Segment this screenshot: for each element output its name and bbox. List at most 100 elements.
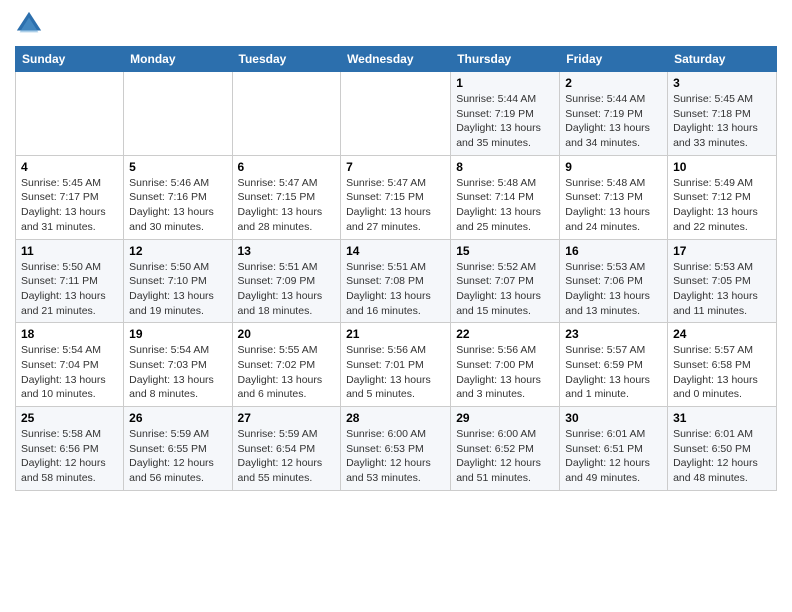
day-cell: 11Sunrise: 5:50 AMSunset: 7:11 PMDayligh… [16,239,124,323]
day-detail: Sunrise: 5:55 AMSunset: 7:02 PMDaylight:… [238,343,336,402]
day-number: 16 [565,244,662,258]
day-number: 14 [346,244,445,258]
day-number: 27 [238,411,336,425]
day-number: 28 [346,411,445,425]
day-cell: 24 Sunrise: 5:57 AMSunset: 6:58 PMDayligh… [668,323,777,407]
day-detail: Sunrise: 5:52 AMSunset: 7:07 PMDaylight:… [456,260,554,319]
day-detail: Sunrise: 5:54 AMSunset: 7:04 PMDaylight:… [21,343,118,402]
logo-icon [15,10,43,38]
day-cell: 28 Sunrise: 6:00 AMSunset: 6:53 PMDayligh… [341,407,451,491]
day-number: 18 [21,327,118,341]
day-detail: Sunrise: 5:46 AMSunset: 7:16 PMDaylight:… [129,176,226,235]
day-detail: Sunrise: 5:47 AMSunset: 7:15 PMDaylight:… [238,176,336,235]
day-number: 19 [129,327,226,341]
day-detail: Sunrise: 5:51 AMSunset: 7:09 PMDaylight:… [238,260,336,319]
day-detail: Sunrise: 6:01 AMSunset: 6:50 PMDaylight:… [673,427,771,486]
day-number: 15 [456,244,554,258]
header-friday: Friday [560,47,668,72]
calendar-table: SundayMondayTuesdayWednesdayThursdayFrid… [15,46,777,491]
page-header [15,10,777,38]
day-detail: Sunrise: 5:48 AMSunset: 7:13 PMDaylight:… [565,176,662,235]
day-detail: Sunrise: 5:54 AMSunset: 7:03 PMDaylight:… [129,343,226,402]
day-detail: Sunrise: 6:00 AMSunset: 6:52 PMDaylight:… [456,427,554,486]
day-cell: 22 Sunrise: 5:56 AMSunset: 7:00 PMDayligh… [451,323,560,407]
day-number: 6 [238,160,336,174]
day-detail: Sunrise: 5:49 AMSunset: 7:12 PMDaylight:… [673,176,771,235]
day-number: 20 [238,327,336,341]
day-cell: 25 Sunrise: 5:58 AMSunset: 6:56 PMDayligh… [16,407,124,491]
week-row-2: 11Sunrise: 5:50 AMSunset: 7:11 PMDayligh… [16,239,777,323]
day-number: 1 [456,76,554,90]
day-detail: Sunrise: 5:44 AMSunset: 7:19 PMDaylight:… [565,92,662,151]
day-number: 22 [456,327,554,341]
day-number: 12 [129,244,226,258]
day-cell [341,72,451,156]
day-cell: 18 Sunrise: 5:54 AMSunset: 7:04 PMDayligh… [16,323,124,407]
day-cell: 8Sunrise: 5:48 AMSunset: 7:14 PMDaylight… [451,155,560,239]
day-cell: 30Sunrise: 6:01 AMSunset: 6:51 PMDayligh… [560,407,668,491]
day-cell: 13 Sunrise: 5:51 AMSunset: 7:09 PMDayligh… [232,239,341,323]
calendar-header-row: SundayMondayTuesdayWednesdayThursdayFrid… [16,47,777,72]
day-cell: 21Sunrise: 5:56 AMSunset: 7:01 PMDayligh… [341,323,451,407]
header-monday: Monday [124,47,232,72]
day-number: 8 [456,160,554,174]
day-cell: 23Sunrise: 5:57 AMSunset: 6:59 PMDayligh… [560,323,668,407]
day-number: 26 [129,411,226,425]
day-number: 7 [346,160,445,174]
day-cell: 9 Sunrise: 5:48 AMSunset: 7:13 PMDaylight… [560,155,668,239]
day-number: 29 [456,411,554,425]
day-detail: Sunrise: 5:53 AMSunset: 7:06 PMDaylight:… [565,260,662,319]
header-wednesday: Wednesday [341,47,451,72]
day-cell: 31 Sunrise: 6:01 AMSunset: 6:50 PMDayligh… [668,407,777,491]
day-detail: Sunrise: 5:51 AMSunset: 7:08 PMDaylight:… [346,260,445,319]
day-detail: Sunrise: 5:58 AMSunset: 6:56 PMDaylight:… [21,427,118,486]
day-number: 21 [346,327,445,341]
week-row-3: 18 Sunrise: 5:54 AMSunset: 7:04 PMDayligh… [16,323,777,407]
day-detail: Sunrise: 5:50 AMSunset: 7:10 PMDaylight:… [129,260,226,319]
day-number: 4 [21,160,118,174]
day-number: 23 [565,327,662,341]
day-number: 31 [673,411,771,425]
day-number: 17 [673,244,771,258]
day-detail: Sunrise: 5:59 AMSunset: 6:55 PMDaylight:… [129,427,226,486]
day-detail: Sunrise: 6:01 AMSunset: 6:51 PMDaylight:… [565,427,662,486]
day-cell: 14 Sunrise: 5:51 AMSunset: 7:08 PMDayligh… [341,239,451,323]
week-row-0: 1 Sunrise: 5:44 AMSunset: 7:19 PMDaylight… [16,72,777,156]
header-thursday: Thursday [451,47,560,72]
day-cell: 19 Sunrise: 5:54 AMSunset: 7:03 PMDayligh… [124,323,232,407]
day-cell: 1 Sunrise: 5:44 AMSunset: 7:19 PMDaylight… [451,72,560,156]
day-number: 3 [673,76,771,90]
day-cell [124,72,232,156]
calendar-body: 1 Sunrise: 5:44 AMSunset: 7:19 PMDaylight… [16,72,777,491]
day-cell: 16 Sunrise: 5:53 AMSunset: 7:06 PMDayligh… [560,239,668,323]
day-detail: Sunrise: 5:45 AMSunset: 7:17 PMDaylight:… [21,176,118,235]
day-detail: Sunrise: 5:50 AMSunset: 7:11 PMDaylight:… [21,260,118,319]
day-detail: Sunrise: 5:44 AMSunset: 7:19 PMDaylight:… [456,92,554,151]
day-detail: Sunrise: 5:59 AMSunset: 6:54 PMDaylight:… [238,427,336,486]
logo [15,10,45,38]
day-cell: 20 Sunrise: 5:55 AMSunset: 7:02 PMDayligh… [232,323,341,407]
day-number: 9 [565,160,662,174]
day-number: 10 [673,160,771,174]
day-detail: Sunrise: 6:00 AMSunset: 6:53 PMDaylight:… [346,427,445,486]
week-row-1: 4 Sunrise: 5:45 AMSunset: 7:17 PMDaylight… [16,155,777,239]
day-cell: 26 Sunrise: 5:59 AMSunset: 6:55 PMDayligh… [124,407,232,491]
day-detail: Sunrise: 5:53 AMSunset: 7:05 PMDaylight:… [673,260,771,319]
day-detail: Sunrise: 5:45 AMSunset: 7:18 PMDaylight:… [673,92,771,151]
day-detail: Sunrise: 5:56 AMSunset: 7:00 PMDaylight:… [456,343,554,402]
day-detail: Sunrise: 5:47 AMSunset: 7:15 PMDaylight:… [346,176,445,235]
day-cell: 2Sunrise: 5:44 AMSunset: 7:19 PMDaylight… [560,72,668,156]
day-cell: 6 Sunrise: 5:47 AMSunset: 7:15 PMDaylight… [232,155,341,239]
day-number: 13 [238,244,336,258]
day-cell [232,72,341,156]
day-detail: Sunrise: 5:57 AMSunset: 6:58 PMDaylight:… [673,343,771,402]
day-number: 25 [21,411,118,425]
header-saturday: Saturday [668,47,777,72]
day-number: 24 [673,327,771,341]
day-cell: 12 Sunrise: 5:50 AMSunset: 7:10 PMDayligh… [124,239,232,323]
header-sunday: Sunday [16,47,124,72]
day-cell: 29 Sunrise: 6:00 AMSunset: 6:52 PMDayligh… [451,407,560,491]
day-cell: 17 Sunrise: 5:53 AMSunset: 7:05 PMDayligh… [668,239,777,323]
day-cell: 27 Sunrise: 5:59 AMSunset: 6:54 PMDayligh… [232,407,341,491]
day-cell: 3 Sunrise: 5:45 AMSunset: 7:18 PMDaylight… [668,72,777,156]
